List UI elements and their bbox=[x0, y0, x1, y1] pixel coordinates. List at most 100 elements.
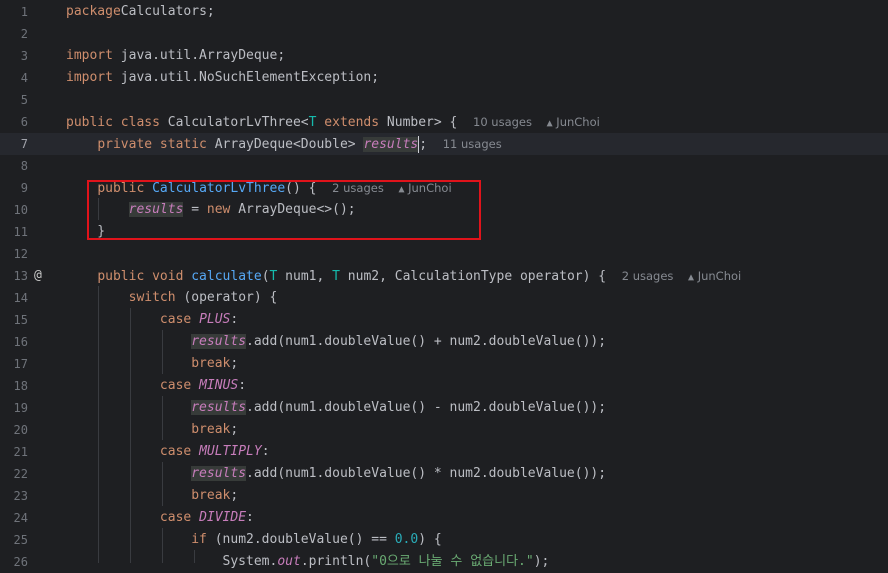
code-token: ( bbox=[261, 269, 270, 284]
code-token: .add(num1.doubleValue() * num2.doubleVal… bbox=[246, 466, 607, 481]
code-line[interactable]: 20 break; bbox=[0, 419, 888, 441]
code-line[interactable]: 25 if (num2.doubleValue() == 0.0) { bbox=[0, 529, 888, 551]
code-line[interactable]: 21 case MULTIPLY: bbox=[0, 441, 888, 463]
code-text: break; bbox=[66, 353, 238, 375]
highlight-box bbox=[87, 180, 481, 240]
indent-guide bbox=[162, 396, 163, 440]
code-token: java.util.ArrayDeque; bbox=[112, 48, 286, 63]
line-number: 18 bbox=[13, 379, 28, 393]
indent-guide bbox=[98, 286, 99, 563]
code-line[interactable]: 6 public class CalculatorLvThree<T extend… bbox=[0, 111, 888, 133]
code-line[interactable]: 4 import java.util.NoSuchElementException… bbox=[0, 67, 888, 89]
code-token: case bbox=[159, 510, 200, 525]
code-token: public class bbox=[66, 115, 168, 130]
code-line[interactable]: 8 bbox=[0, 155, 888, 177]
line-number: 11 bbox=[13, 225, 28, 239]
code-token: ) { bbox=[418, 532, 442, 547]
indent-guide bbox=[162, 330, 163, 374]
line-number: 12 bbox=[13, 247, 28, 261]
code-line[interactable]: 2 bbox=[0, 23, 888, 45]
indent-guide bbox=[194, 550, 195, 563]
code-token: extends bbox=[316, 115, 387, 130]
code-text: case MINUS: bbox=[66, 375, 246, 397]
code-token: MULTIPLY bbox=[199, 444, 262, 459]
field-reference[interactable]: results bbox=[191, 466, 247, 481]
code-token: : bbox=[238, 378, 247, 393]
code-editor[interactable]: 26 System.out.println("0으로 나눌 수 없습니다.");… bbox=[0, 0, 888, 569]
inlay-hint[interactable]: 2 usages bbox=[622, 269, 674, 283]
code-text: results.add(num1.doubleValue() - num2.do… bbox=[66, 397, 606, 419]
override-marker-icon[interactable]: @ bbox=[34, 265, 42, 287]
code-line[interactable]: 1 packageCalculators; bbox=[0, 1, 888, 23]
field-reference[interactable]: results bbox=[191, 334, 247, 349]
line-number: 3 bbox=[20, 49, 28, 63]
code-token: num2, CalculationType operator) { bbox=[339, 269, 622, 284]
code-line[interactable]: 14 switch (operator) { bbox=[0, 287, 888, 309]
code-line[interactable]: 16 results.add(num1.doubleValue() + num2… bbox=[0, 331, 888, 353]
code-token: : bbox=[230, 312, 239, 327]
code-text: case DIVIDE: bbox=[66, 507, 254, 529]
code-text: case PLUS: bbox=[66, 309, 238, 331]
code-line[interactable]: 13 @ public void calculate(T num1, T num2… bbox=[0, 265, 888, 287]
code-text: public void calculate(T num1, T num2, Ca… bbox=[66, 265, 741, 289]
line-number: 4 bbox=[20, 71, 28, 85]
inlay-hint[interactable] bbox=[673, 269, 688, 283]
indent-guide bbox=[162, 462, 163, 506]
code-token: case bbox=[159, 378, 200, 393]
inlay-hint[interactable] bbox=[532, 115, 547, 129]
inlay-hint[interactable]: 10 usages bbox=[473, 115, 532, 129]
code-token: public void bbox=[97, 269, 192, 284]
code-line[interactable]: 7 private static ArrayDeque<Double> resu… bbox=[0, 133, 888, 155]
line-number: 23 bbox=[13, 489, 28, 503]
code-text: System.out.println("0으로 나눌 수 없습니다."); bbox=[66, 551, 550, 573]
code-token: .add(num1.doubleValue() - num2.doubleVal… bbox=[246, 400, 607, 415]
line-number: 8 bbox=[20, 159, 28, 173]
field-reference[interactable]: results bbox=[191, 400, 247, 415]
code-text: if (num2.doubleValue() == 0.0) { bbox=[66, 529, 442, 551]
code-line[interactable]: 12 bbox=[0, 243, 888, 265]
code-text: private static ArrayDeque<Double> result… bbox=[66, 133, 502, 156]
code-line[interactable]: 15 case PLUS: bbox=[0, 309, 888, 331]
inlay-hint[interactable]: JunChoi bbox=[694, 269, 742, 283]
code-text: import java.util.NoSuchElementException; bbox=[66, 67, 379, 89]
code-token: DIVIDE bbox=[199, 510, 247, 525]
code-line[interactable]: 24 case DIVIDE: bbox=[0, 507, 888, 529]
code-line[interactable]: 18 case MINUS: bbox=[0, 375, 888, 397]
code-text: packageCalculators; bbox=[66, 1, 215, 23]
code-token: "0으로 나눌 수 없습니다." bbox=[371, 554, 534, 569]
code-token: (num2.doubleValue() == bbox=[214, 532, 395, 547]
code-token: 0.0 bbox=[394, 532, 419, 547]
inlay-hint[interactable]: JunChoi bbox=[553, 115, 600, 129]
inlay-hint[interactable]: 11 usages bbox=[443, 137, 502, 151]
code-line[interactable]: 26 System.out.println("0으로 나눌 수 없습니다."); bbox=[0, 551, 888, 573]
code-line[interactable]: 23 break; bbox=[0, 485, 888, 507]
field-reference[interactable]: results bbox=[363, 137, 419, 152]
code-line[interactable]: 3 import java.util.ArrayDeque; bbox=[0, 45, 888, 67]
code-token: ; bbox=[230, 488, 239, 503]
code-line[interactable]: 17 break; bbox=[0, 353, 888, 375]
code-token: if bbox=[191, 532, 215, 547]
code-token: .println( bbox=[300, 554, 372, 569]
code-token: break bbox=[191, 422, 231, 437]
indent-guide bbox=[130, 308, 131, 563]
code-token: private static bbox=[97, 137, 215, 152]
code-token: case bbox=[159, 312, 200, 327]
code-line[interactable]: 22 results.add(num1.doubleValue() * num2… bbox=[0, 463, 888, 485]
code-line[interactable]: 5 bbox=[0, 89, 888, 111]
line-number: 9 bbox=[20, 181, 28, 195]
code-token: break bbox=[191, 356, 231, 371]
code-line[interactable]: 19 results.add(num1.doubleValue() - num2… bbox=[0, 397, 888, 419]
code-token: import bbox=[66, 48, 113, 63]
code-text: results.add(num1.doubleValue() * num2.do… bbox=[66, 463, 606, 485]
